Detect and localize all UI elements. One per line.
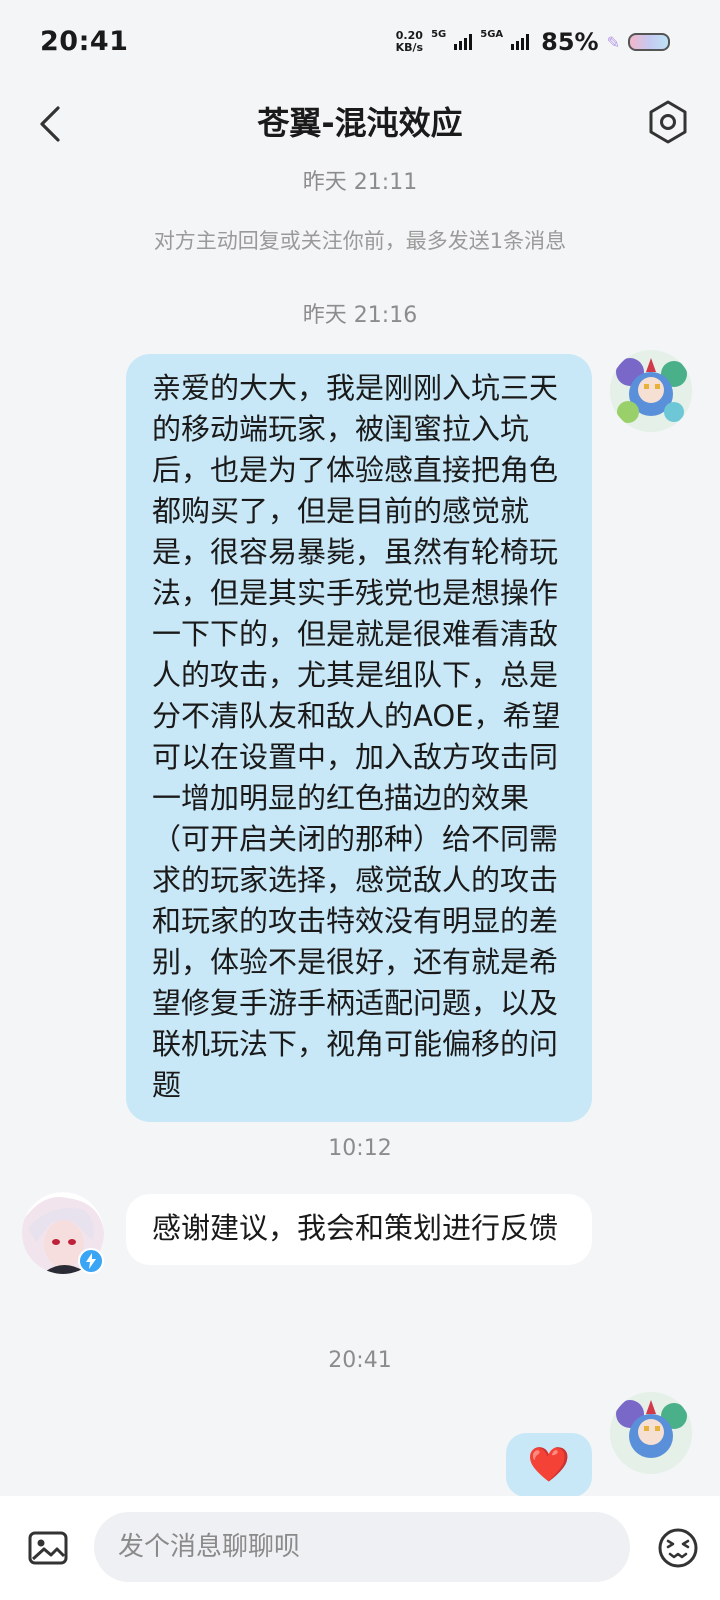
outgoing-message-bubble[interactable]: 亲爱的大大，我是刚刚入坑三天的移动端玩家，被闺蜜拉入坑后，也是为了体验感直接把角… bbox=[126, 354, 592, 1122]
verified-badge-icon bbox=[78, 1248, 104, 1274]
network-type-5g: 5G bbox=[431, 28, 447, 40]
battery-percent: 85% bbox=[541, 28, 599, 56]
status-bar: 20:41 0.20 KB/s 5G 5GA 85% ✎ bbox=[0, 0, 720, 88]
my-avatar[interactable] bbox=[610, 350, 692, 432]
timestamp: 20:41 bbox=[328, 1348, 392, 1373]
signal-icon bbox=[511, 34, 530, 50]
avatar-image bbox=[610, 350, 692, 432]
status-indicators: 0.20 KB/s 5G 5GA 85% ✎ bbox=[396, 28, 670, 56]
status-time: 20:41 bbox=[40, 26, 129, 57]
signal-icon bbox=[454, 34, 473, 50]
my-avatar[interactable] bbox=[610, 1392, 692, 1474]
system-notice: 对方主动回复或关注你前，最多发送1条消息 bbox=[153, 229, 567, 253]
feather-icon: ✎ bbox=[606, 32, 620, 52]
message-input[interactable] bbox=[94, 1512, 630, 1582]
image-icon[interactable] bbox=[26, 1526, 70, 1570]
nav-bar: 苍翼-混沌效应 bbox=[0, 88, 720, 160]
network-speed-unit: KB/s bbox=[395, 41, 424, 54]
timestamp: 昨天 21:11 bbox=[302, 170, 418, 195]
settings-icon[interactable] bbox=[644, 98, 692, 146]
message-composer bbox=[0, 1496, 720, 1600]
network-speed: 0.20 KB/s bbox=[396, 30, 423, 54]
emoji-icon[interactable] bbox=[656, 1526, 700, 1570]
outgoing-heart-bubble[interactable]: ❤️ bbox=[506, 1433, 592, 1497]
heart-emoji: ❤️ bbox=[527, 1445, 571, 1485]
incoming-message-bubble[interactable]: 感谢建议，我会和策划进行反馈 bbox=[126, 1194, 592, 1265]
contact-avatar[interactable] bbox=[22, 1192, 104, 1274]
page-title: 苍翼-混沌效应 bbox=[257, 104, 463, 142]
battery-icon bbox=[628, 33, 670, 51]
timestamp: 10:12 bbox=[328, 1136, 392, 1161]
network-type-5ga: 5GA bbox=[480, 28, 504, 40]
timestamp: 昨天 21:16 bbox=[302, 303, 418, 328]
avatar-image bbox=[610, 1392, 692, 1474]
